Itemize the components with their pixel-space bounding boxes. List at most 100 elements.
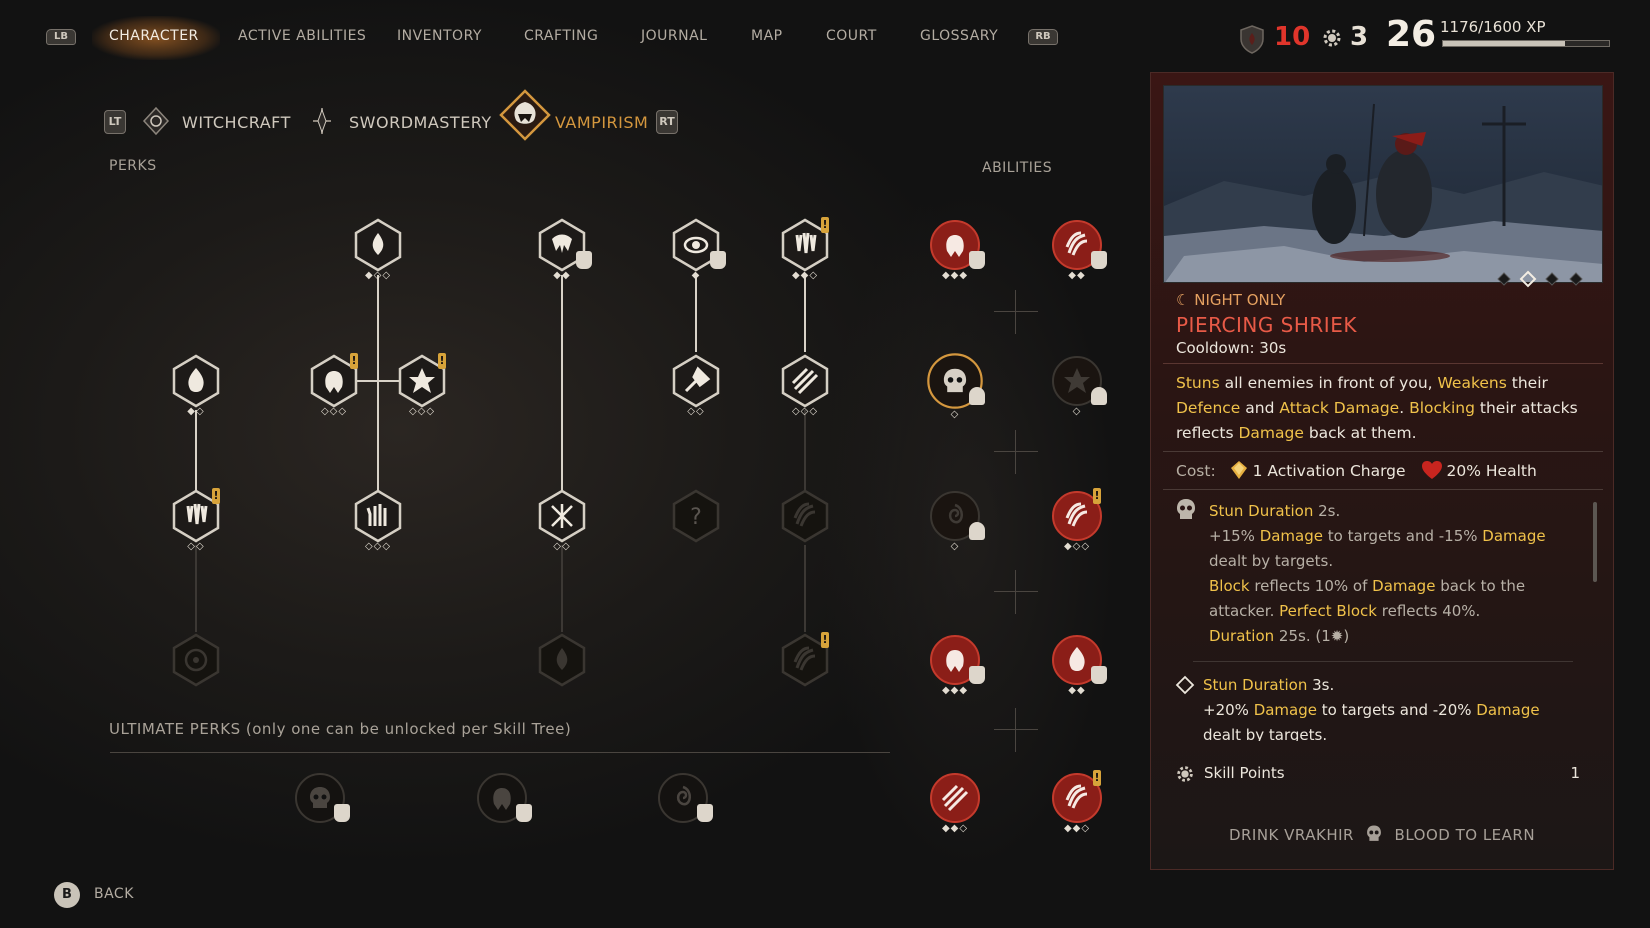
perk-node[interactable]: ?	[669, 489, 723, 543]
ability-title: PIERCING SHRIEK	[1176, 313, 1357, 337]
keyword: Damage	[1476, 701, 1540, 719]
upgrade-alert-icon: !	[821, 632, 829, 648]
blood-fountain-icon	[538, 633, 586, 687]
ability-divider	[994, 290, 1038, 334]
perk-node[interactable]	[169, 354, 223, 408]
keyword: Duration	[1209, 627, 1275, 645]
node-rank-pips: ◆◆◇	[941, 823, 969, 834]
slash-marks-icon	[781, 354, 829, 408]
keyword: Damage	[1482, 527, 1546, 545]
node-rank-pips: ◆◆◆	[941, 685, 969, 696]
upgrade-text: to targets and -20%	[1316, 701, 1477, 719]
node-rank-pips: ◇	[950, 409, 960, 420]
node-rank-pips: ◆◆◆	[941, 270, 969, 281]
ability-divider	[994, 570, 1038, 614]
upgrade-line: attacker. Perfect Block reflects 40%.	[1209, 599, 1589, 624]
keyword: Damage	[1259, 527, 1323, 545]
desc-text: all enemies in front of you,	[1219, 374, 1438, 392]
upgrade-alert-icon: !	[212, 488, 220, 504]
ability-preview-image	[1163, 85, 1603, 283]
crossed-slash-icon	[538, 489, 586, 543]
keyword: Attack Damage	[1279, 399, 1400, 417]
svg-text:?: ?	[690, 505, 702, 530]
keyword: Blocking	[1409, 399, 1475, 417]
upgrade-text: 2s.	[1313, 502, 1341, 520]
node-rank-pips: ◆◆◇	[791, 270, 819, 281]
b-button[interactable]: B	[54, 882, 80, 908]
upgrade-text: reflects 40%.	[1377, 602, 1481, 620]
upgrade-alert-icon: !	[1093, 488, 1101, 504]
preview-pagination[interactable]	[1495, 270, 1593, 288]
perk-node[interactable]	[778, 489, 832, 543]
node-rank-pips: ◇◇	[687, 406, 705, 417]
rune-circle-icon	[172, 633, 220, 687]
ability-description: Stuns all enemies in front of you, Weake…	[1176, 371, 1596, 446]
perk-node[interactable]	[778, 354, 832, 408]
upgrade-line: Stun Duration 3s.	[1203, 673, 1593, 698]
skill-points-value: 1	[1570, 764, 1580, 782]
fist-badge-icon	[516, 804, 532, 822]
fist-badge-icon	[969, 251, 985, 269]
skull-badge-icon	[969, 522, 985, 540]
skull-icon	[1367, 825, 1382, 841]
cost-charge: 1 Activation Charge	[1252, 462, 1406, 480]
fist-badge-icon	[1091, 251, 1107, 269]
upgrade-line: dealt by targets.	[1209, 552, 1334, 570]
node-rank-pips: ◇◇◇	[791, 406, 819, 417]
perk-node[interactable]	[535, 489, 589, 543]
ability-node[interactable]	[928, 771, 982, 825]
ability-divider	[994, 708, 1038, 752]
health-heart-icon	[1421, 461, 1442, 479]
gear-icon	[1177, 766, 1193, 782]
blood-slash-icon	[930, 773, 980, 823]
node-rank-pips: ◆◇◇	[1063, 541, 1091, 552]
upgrade-alert-icon: !	[438, 353, 446, 369]
claw-icon	[781, 489, 829, 543]
upgrade-alert-icon: !	[1093, 770, 1101, 786]
gear-small-icon: ✹	[1330, 627, 1344, 645]
axe-strike-icon	[672, 354, 720, 408]
perk-node[interactable]	[669, 354, 723, 408]
desc-text: back at them.	[1303, 424, 1417, 442]
upgrade-line: +15% Damage to targets and -15% Damage	[1209, 524, 1589, 549]
node-rank-pips: ◇◇	[553, 541, 571, 552]
node-rank-pips: ◆◆	[1068, 270, 1086, 281]
skull-badge-icon	[969, 387, 985, 405]
divider	[1163, 451, 1603, 452]
back-label[interactable]: BACK	[94, 886, 134, 902]
night-only-label: NIGHT ONLY	[1194, 291, 1286, 309]
fist-badge-icon	[969, 666, 985, 684]
upgrade-line: Stun Duration 2s.	[1209, 499, 1589, 524]
flame-hand-icon	[172, 354, 220, 408]
upgrade-text: to targets and -15%	[1322, 527, 1483, 545]
upgrade-line: Duration 25s. (1✹)	[1209, 624, 1589, 649]
perk-node[interactable]	[351, 489, 405, 543]
skill-points-label: Skill Points	[1204, 764, 1285, 782]
desc-text: and	[1240, 399, 1280, 417]
perk-node[interactable]	[169, 633, 223, 687]
ability-detail-panel: ☾ NIGHT ONLY PIERCING SHRIEK Cooldown: 3…	[1150, 72, 1614, 870]
keyword: Stun Duration	[1209, 502, 1314, 520]
upgrade-tier-1: Stun Duration 2s. +15% Damage to targets…	[1209, 499, 1589, 649]
perk-node[interactable]	[535, 633, 589, 687]
upgrade-text: reflects 10% of	[1249, 577, 1373, 595]
moon-icon: ☾	[1176, 291, 1195, 309]
fist-badge-icon	[710, 251, 726, 269]
perk-node[interactable]	[351, 218, 405, 272]
upgrade-text: +20%	[1203, 701, 1254, 719]
description-scrollbar[interactable]	[1593, 502, 1597, 582]
fist-badge-icon	[576, 251, 592, 269]
cost-health: 20% Health	[1446, 462, 1537, 480]
node-rank-pips: ◇◇◇	[364, 541, 392, 552]
upgrade-line: dealt by targets.	[1203, 726, 1328, 741]
upgrade-tier-2: Stun Duration 3s. +20% Damage to targets…	[1203, 673, 1593, 741]
keyword: Defence	[1176, 399, 1241, 417]
skull-upgrade-icon	[1177, 499, 1195, 519]
upgrade-alert-icon: !	[350, 353, 358, 369]
upgrade-text: +15%	[1209, 527, 1260, 545]
requirement-text: BLOOD TO LEARN	[1394, 826, 1536, 844]
node-rank-pips: ◆	[691, 270, 701, 281]
night-only-tag: ☾ NIGHT ONLY	[1176, 291, 1285, 309]
upgrade-alert-icon: !	[821, 217, 829, 233]
activation-charge-icon	[1230, 461, 1247, 479]
